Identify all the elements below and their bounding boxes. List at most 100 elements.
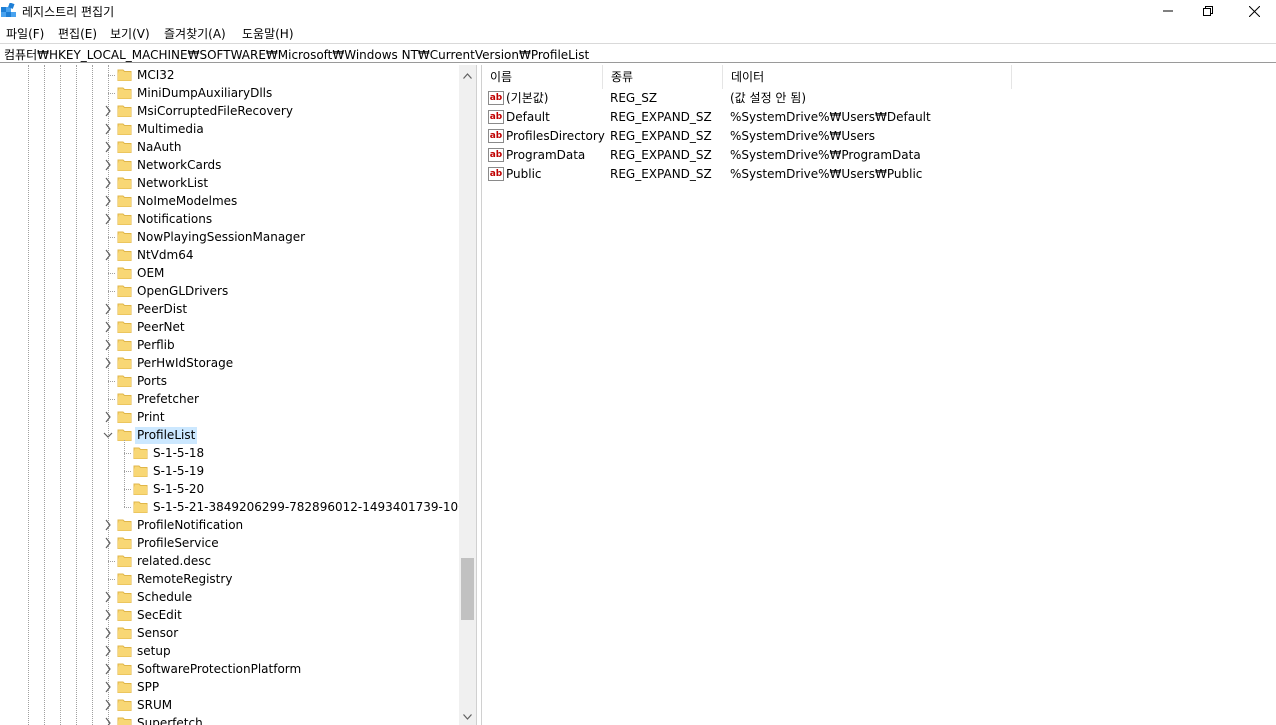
tree-key-row[interactable]: Sensor bbox=[0, 624, 460, 642]
chevron-right-icon[interactable] bbox=[103, 303, 113, 315]
tree-key-row[interactable]: MsiCorruptedFileRecovery bbox=[0, 102, 460, 120]
tree-key-row[interactable]: SoftwareProtectionPlatform bbox=[0, 660, 460, 678]
tree-key-row[interactable]: setup bbox=[0, 642, 460, 660]
tree-key-label[interactable]: Superfetch bbox=[135, 715, 205, 725]
tree-key-row[interactable]: Multimedia bbox=[0, 120, 460, 138]
value-row[interactable]: ab ProfilesDirectory REG_EXPAND_SZ %SystemD… bbox=[482, 127, 1276, 146]
tree-key-row[interactable]: Ports bbox=[0, 372, 460, 390]
chevron-down-icon[interactable] bbox=[103, 429, 113, 441]
tree-key-label[interactable]: NaAuth bbox=[135, 139, 183, 156]
tree-key-label[interactable]: NoImeModelmes bbox=[135, 193, 239, 210]
menu-favorites[interactable]: 즐겨찾기(A) bbox=[164, 25, 226, 42]
tree-key-row[interactable]: NtVdm64 bbox=[0, 246, 460, 264]
value-row[interactable]: ab (기본값) REG_SZ (값 설정 안 됨) bbox=[482, 89, 1276, 108]
tree-key-label[interactable]: NetworkCards bbox=[135, 157, 223, 174]
chevron-right-icon[interactable] bbox=[103, 195, 113, 207]
value-row[interactable]: ab Default REG_EXPAND_SZ %SystemDrive%₩User… bbox=[482, 108, 1276, 127]
column-header-type[interactable]: 종류 bbox=[603, 65, 723, 89]
value-row[interactable]: ab Public REG_EXPAND_SZ %SystemDrive%₩Users… bbox=[482, 165, 1276, 184]
tree-key-row[interactable]: Notifications bbox=[0, 210, 460, 228]
tree-subkey-row[interactable]: S-1-5-18 bbox=[0, 444, 460, 462]
tree-key-label[interactable]: OpenGLDrivers bbox=[135, 283, 230, 300]
tree-subkey-row[interactable]: S-1-5-20 bbox=[0, 480, 460, 498]
tree-key-label[interactable]: NowPlayingSessionManager bbox=[135, 229, 307, 246]
tree-key-row[interactable]: OpenGLDrivers bbox=[0, 282, 460, 300]
tree-key-label[interactable]: ProfileList bbox=[135, 427, 198, 444]
tree-key-label[interactable]: S-1-5-21-3849206299-782896012-1493401739… bbox=[151, 499, 475, 516]
tree-key-row[interactable]: PeerNet bbox=[0, 318, 460, 336]
tree-key-label[interactable]: PerHwIdStorage bbox=[135, 355, 235, 372]
chevron-right-icon[interactable] bbox=[103, 339, 113, 351]
tree-key-row[interactable]: NetworkCards bbox=[0, 156, 460, 174]
tree-key-row[interactable]: Superfetch bbox=[0, 714, 460, 725]
tree-key-label[interactable]: NetworkList bbox=[135, 175, 210, 192]
tree-key-row[interactable]: NoImeModelmes bbox=[0, 192, 460, 210]
tree-key-label[interactable]: SoftwareProtectionPlatform bbox=[135, 661, 303, 678]
tree-key-label[interactable]: ProfileService bbox=[135, 535, 221, 552]
tree-key-label[interactable]: related.desc bbox=[135, 553, 213, 570]
chevron-right-icon[interactable] bbox=[103, 627, 113, 639]
column-header-data[interactable]: 데이터 bbox=[723, 65, 1012, 89]
tree-key-label[interactable]: Sensor bbox=[135, 625, 180, 642]
menu-view[interactable]: 보기(V) bbox=[110, 25, 150, 42]
chevron-right-icon[interactable] bbox=[103, 699, 113, 711]
tree-key-label[interactable]: MsiCorruptedFileRecovery bbox=[135, 103, 295, 120]
chevron-right-icon[interactable] bbox=[103, 681, 113, 693]
menu-file[interactable]: 파일(F) bbox=[6, 25, 44, 42]
tree-key-row[interactable]: SPP bbox=[0, 678, 460, 696]
tree-scrollbar[interactable] bbox=[459, 65, 476, 725]
tree-subkey-row[interactable]: S-1-5-21-3849206299-782896012-1493401739… bbox=[0, 498, 473, 516]
tree-key-row[interactable]: SecEdit bbox=[0, 606, 460, 624]
tree-key-row[interactable]: NetworkList bbox=[0, 174, 460, 192]
tree-key-label[interactable]: PeerDist bbox=[135, 301, 189, 318]
tree-key-row[interactable]: NowPlayingSessionManager bbox=[0, 228, 460, 246]
chevron-right-icon[interactable] bbox=[103, 105, 113, 117]
tree-key-label[interactable]: Multimedia bbox=[135, 121, 206, 138]
chevron-right-icon[interactable] bbox=[103, 213, 113, 225]
scroll-thumb[interactable] bbox=[461, 558, 474, 620]
tree-key-label[interactable]: OEM bbox=[135, 265, 166, 282]
tree-key-row[interactable]: RemoteRegistry bbox=[0, 570, 460, 588]
chevron-right-icon[interactable] bbox=[103, 357, 113, 369]
chevron-right-icon[interactable] bbox=[103, 537, 113, 549]
tree-key-row[interactable]: ProfileService bbox=[0, 534, 460, 552]
tree-key-row[interactable]: PerHwIdStorage bbox=[0, 354, 460, 372]
chevron-right-icon[interactable] bbox=[103, 717, 113, 725]
value-row[interactable]: ab ProgramData REG_EXPAND_SZ %SystemDrive%₩… bbox=[482, 146, 1276, 165]
tree-key-label[interactable]: RemoteRegistry bbox=[135, 571, 234, 588]
tree-key-row[interactable]: PeerDist bbox=[0, 300, 460, 318]
tree-key-label[interactable]: Print bbox=[135, 409, 167, 426]
tree-key-label[interactable]: PeerNet bbox=[135, 319, 187, 336]
tree-key-row[interactable]: Prefetcher bbox=[0, 390, 460, 408]
scroll-down-button[interactable] bbox=[459, 708, 476, 725]
chevron-right-icon[interactable] bbox=[103, 663, 113, 675]
tree-key-row[interactable]: related.desc bbox=[0, 552, 460, 570]
tree-key-row[interactable]: Perflib bbox=[0, 336, 460, 354]
chevron-right-icon[interactable] bbox=[103, 591, 113, 603]
restore-button[interactable] bbox=[1185, 0, 1231, 22]
chevron-right-icon[interactable] bbox=[103, 249, 113, 261]
menu-edit[interactable]: 편집(E) bbox=[58, 25, 97, 42]
key-tree[interactable]: MCI32 MiniDumpAuxiliaryDlls MsiCorruptedFi… bbox=[0, 65, 476, 725]
tree-key-label[interactable]: S-1-5-19 bbox=[151, 463, 206, 480]
chevron-right-icon[interactable] bbox=[103, 141, 113, 153]
menu-help[interactable]: 도움말(H) bbox=[242, 25, 294, 42]
address-bar[interactable]: 컴퓨터₩HKEY_LOCAL_MACHINE₩SOFTWARE₩Microsof… bbox=[0, 43, 1276, 63]
tree-key-label[interactable]: SecEdit bbox=[135, 607, 184, 624]
address-path[interactable]: 컴퓨터₩HKEY_LOCAL_MACHINE₩SOFTWARE₩Microsof… bbox=[4, 46, 589, 63]
tree-key-row[interactable]: SRUM bbox=[0, 696, 460, 714]
tree-key-row[interactable]: NaAuth bbox=[0, 138, 460, 156]
chevron-right-icon[interactable] bbox=[103, 411, 113, 423]
tree-key-row[interactable]: Print bbox=[0, 408, 460, 426]
chevron-right-icon[interactable] bbox=[103, 321, 113, 333]
chevron-right-icon[interactable] bbox=[103, 645, 113, 657]
close-button[interactable] bbox=[1231, 0, 1276, 22]
tree-key-label[interactable]: MCI32 bbox=[135, 67, 177, 84]
tree-key-label[interactable]: SRUM bbox=[135, 697, 174, 714]
tree-key-label[interactable]: ProfileNotification bbox=[135, 517, 245, 534]
tree-key-label[interactable]: NtVdm64 bbox=[135, 247, 195, 264]
tree-key-label[interactable]: Notifications bbox=[135, 211, 214, 228]
column-header-name[interactable]: 이름 bbox=[482, 65, 603, 89]
tree-key-label[interactable]: S-1-5-18 bbox=[151, 445, 206, 462]
tree-key-label[interactable]: MiniDumpAuxiliaryDlls bbox=[135, 85, 274, 102]
